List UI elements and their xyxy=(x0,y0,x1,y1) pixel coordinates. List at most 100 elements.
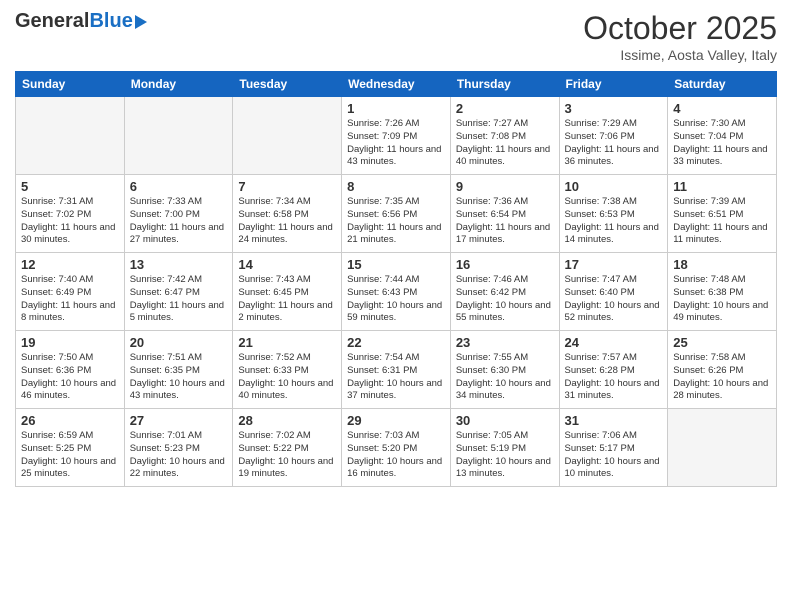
calendar-cell: 6Sunrise: 7:33 AM Sunset: 7:00 PM Daylig… xyxy=(124,175,233,253)
calendar-cell: 10 Sunrise: 7:38 AM Sunset: 6:53 PM Dayli… xyxy=(559,175,668,253)
subtitle: Issime, Aosta Valley, Italy xyxy=(583,47,777,63)
calendar-cell: 24 Sunrise: 7:57 AM Sunset: 6:28 PM Dayli… xyxy=(559,331,668,409)
day-info: Sunrise: 6:59 AM Sunset: 5:25 PM Dayligh… xyxy=(21,430,119,481)
logo-general: General xyxy=(15,10,89,32)
weekday-header-monday: Monday xyxy=(124,72,233,97)
day-info: Sunrise: 7:35 AM Sunset: 6:56 PM Dayligh… xyxy=(347,196,445,247)
logo: GeneralBlue xyxy=(15,10,147,33)
calendar-cell: 13Sunrise: 7:42 AM Sunset: 6:47 PM Dayli… xyxy=(124,253,233,331)
day-number: 4 xyxy=(673,101,771,116)
calendar-cell: 31 Sunrise: 7:06 AM Sunset: 5:17 PM Dayli… xyxy=(559,409,668,487)
calendar-cell xyxy=(124,97,233,175)
calendar-cell: 25 Sunrise: 7:58 AM Sunset: 6:26 PM Dayli… xyxy=(668,331,777,409)
day-info: Sunrise: 7:46 AM Sunset: 6:42 PM Dayligh… xyxy=(456,274,554,325)
day-number: 22 xyxy=(347,335,445,350)
calendar-cell: 8Sunrise: 7:35 AM Sunset: 6:56 PM Daylig… xyxy=(342,175,451,253)
day-info: Sunrise: 7:02 AM Sunset: 5:22 PM Dayligh… xyxy=(238,430,336,481)
day-number: 18 xyxy=(673,257,771,272)
weekday-header-row: SundayMondayTuesdayWednesdayThursdayFrid… xyxy=(16,72,777,97)
page-container: GeneralBlue October 2025 Issime, Aosta V… xyxy=(0,0,792,497)
calendar-cell: 30 Sunrise: 7:05 AM Sunset: 5:19 PM Dayli… xyxy=(450,409,559,487)
day-number: 2 xyxy=(456,101,554,116)
day-info: Sunrise: 7:47 AM Sunset: 6:40 PM Dayligh… xyxy=(565,274,663,325)
day-number: 5 xyxy=(21,179,119,194)
calendar-cell: 5 Sunrise: 7:31 AM Sunset: 7:02 PM Daylig… xyxy=(16,175,125,253)
weekday-header-tuesday: Tuesday xyxy=(233,72,342,97)
calendar-cell: 4 Sunrise: 7:30 AM Sunset: 7:04 PM Daylig… xyxy=(668,97,777,175)
calendar-body: 1 Sunrise: 7:26 AM Sunset: 7:09 PM Daylig… xyxy=(16,97,777,487)
weekday-header-sunday: Sunday xyxy=(16,72,125,97)
calendar-header: SundayMondayTuesdayWednesdayThursdayFrid… xyxy=(16,72,777,97)
day-info: Sunrise: 7:33 AM Sunset: 7:00 PM Dayligh… xyxy=(130,196,228,247)
day-number: 16 xyxy=(456,257,554,272)
day-number: 3 xyxy=(565,101,663,116)
calendar-cell: 19Sunrise: 7:50 AM Sunset: 6:36 PM Dayli… xyxy=(16,331,125,409)
weekday-header-wednesday: Wednesday xyxy=(342,72,451,97)
calendar-cell: 14Sunrise: 7:43 AM Sunset: 6:45 PM Dayli… xyxy=(233,253,342,331)
day-info: Sunrise: 7:05 AM Sunset: 5:19 PM Dayligh… xyxy=(456,430,554,481)
day-info: Sunrise: 7:36 AM Sunset: 6:54 PM Dayligh… xyxy=(456,196,554,247)
day-number: 1 xyxy=(347,101,445,116)
day-info: Sunrise: 7:34 AM Sunset: 6:58 PM Dayligh… xyxy=(238,196,336,247)
day-number: 10 xyxy=(565,179,663,194)
month-title: October 2025 xyxy=(583,10,777,47)
day-number: 23 xyxy=(456,335,554,350)
calendar-cell: 11 Sunrise: 7:39 AM Sunset: 6:51 PM Dayli… xyxy=(668,175,777,253)
day-info: Sunrise: 7:50 AM Sunset: 6:36 PM Dayligh… xyxy=(21,352,119,403)
day-number: 21 xyxy=(238,335,336,350)
calendar-cell xyxy=(233,97,342,175)
day-info: Sunrise: 7:40 AM Sunset: 6:49 PM Dayligh… xyxy=(21,274,119,325)
day-number: 24 xyxy=(565,335,663,350)
day-number: 29 xyxy=(347,413,445,428)
day-info: Sunrise: 7:27 AM Sunset: 7:08 PM Dayligh… xyxy=(456,118,554,169)
day-info: Sunrise: 7:26 AM Sunset: 7:09 PM Dayligh… xyxy=(347,118,445,169)
calendar-cell: 29Sunrise: 7:03 AM Sunset: 5:20 PM Dayli… xyxy=(342,409,451,487)
calendar-cell: 27Sunrise: 7:01 AM Sunset: 5:23 PM Dayli… xyxy=(124,409,233,487)
day-info: Sunrise: 7:06 AM Sunset: 5:17 PM Dayligh… xyxy=(565,430,663,481)
day-info: Sunrise: 7:29 AM Sunset: 7:06 PM Dayligh… xyxy=(565,118,663,169)
calendar-cell xyxy=(16,97,125,175)
logo-word: GeneralBlue xyxy=(15,10,133,33)
calendar-cell: 12 Sunrise: 7:40 AM Sunset: 6:49 PM Dayli… xyxy=(16,253,125,331)
day-info: Sunrise: 7:38 AM Sunset: 6:53 PM Dayligh… xyxy=(565,196,663,247)
calendar-table: SundayMondayTuesdayWednesdayThursdayFrid… xyxy=(15,71,777,487)
day-number: 13 xyxy=(130,257,228,272)
day-number: 11 xyxy=(673,179,771,194)
day-number: 25 xyxy=(673,335,771,350)
calendar-cell: 23Sunrise: 7:55 AM Sunset: 6:30 PM Dayli… xyxy=(450,331,559,409)
weekday-header-friday: Friday xyxy=(559,72,668,97)
day-info: Sunrise: 7:31 AM Sunset: 7:02 PM Dayligh… xyxy=(21,196,119,247)
week-row-2: 5 Sunrise: 7:31 AM Sunset: 7:02 PM Daylig… xyxy=(16,175,777,253)
calendar-cell: 17 Sunrise: 7:47 AM Sunset: 6:40 PM Dayli… xyxy=(559,253,668,331)
day-number: 15 xyxy=(347,257,445,272)
day-number: 7 xyxy=(238,179,336,194)
weekday-header-saturday: Saturday xyxy=(668,72,777,97)
day-info: Sunrise: 7:52 AM Sunset: 6:33 PM Dayligh… xyxy=(238,352,336,403)
day-info: Sunrise: 7:43 AM Sunset: 6:45 PM Dayligh… xyxy=(238,274,336,325)
day-number: 27 xyxy=(130,413,228,428)
day-number: 12 xyxy=(21,257,119,272)
day-number: 31 xyxy=(565,413,663,428)
day-info: Sunrise: 7:57 AM Sunset: 6:28 PM Dayligh… xyxy=(565,352,663,403)
day-info: Sunrise: 7:58 AM Sunset: 6:26 PM Dayligh… xyxy=(673,352,771,403)
day-number: 9 xyxy=(456,179,554,194)
day-number: 20 xyxy=(130,335,228,350)
header: GeneralBlue October 2025 Issime, Aosta V… xyxy=(15,10,777,63)
day-info: Sunrise: 7:48 AM Sunset: 6:38 PM Dayligh… xyxy=(673,274,771,325)
calendar-cell: 7 Sunrise: 7:34 AM Sunset: 6:58 PM Daylig… xyxy=(233,175,342,253)
day-info: Sunrise: 7:30 AM Sunset: 7:04 PM Dayligh… xyxy=(673,118,771,169)
calendar-cell: 28Sunrise: 7:02 AM Sunset: 5:22 PM Dayli… xyxy=(233,409,342,487)
logo-blue: Blue xyxy=(89,10,132,32)
day-number: 30 xyxy=(456,413,554,428)
calendar-cell: 22Sunrise: 7:54 AM Sunset: 6:31 PM Dayli… xyxy=(342,331,451,409)
calendar-cell: 26 Sunrise: 6:59 AM Sunset: 5:25 PM Dayli… xyxy=(16,409,125,487)
calendar-cell: 21 Sunrise: 7:52 AM Sunset: 6:33 PM Dayli… xyxy=(233,331,342,409)
calendar-cell: 9 Sunrise: 7:36 AM Sunset: 6:54 PM Daylig… xyxy=(450,175,559,253)
day-info: Sunrise: 7:39 AM Sunset: 6:51 PM Dayligh… xyxy=(673,196,771,247)
day-number: 26 xyxy=(21,413,119,428)
day-info: Sunrise: 7:51 AM Sunset: 6:35 PM Dayligh… xyxy=(130,352,228,403)
day-info: Sunrise: 7:44 AM Sunset: 6:43 PM Dayligh… xyxy=(347,274,445,325)
day-number: 17 xyxy=(565,257,663,272)
title-section: October 2025 Issime, Aosta Valley, Italy xyxy=(583,10,777,63)
weekday-header-thursday: Thursday xyxy=(450,72,559,97)
